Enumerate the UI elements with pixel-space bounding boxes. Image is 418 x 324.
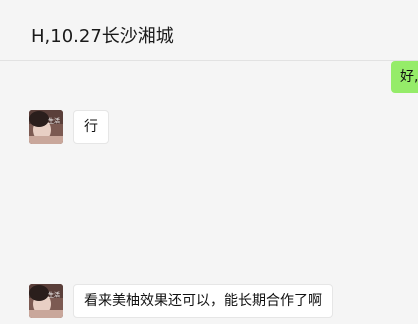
avatar-badge: 生活 <box>48 117 60 125</box>
chat-title: H,10.27长沙湘城 <box>31 26 174 47</box>
outgoing-message-bubble[interactable]: 好, <box>391 61 418 93</box>
avatar-badge: 生活 <box>48 291 60 299</box>
contact-avatar[interactable]: 生活 <box>29 284 63 318</box>
chat-header: H,10.27长沙湘城 <box>0 0 418 61</box>
contact-avatar[interactable]: 生活 <box>29 110 63 144</box>
incoming-message-bubble[interactable]: 看来美柚效果还可以，能长期合作了啊 <box>73 284 333 318</box>
incoming-message-bubble[interactable]: 行 <box>73 110 109 144</box>
